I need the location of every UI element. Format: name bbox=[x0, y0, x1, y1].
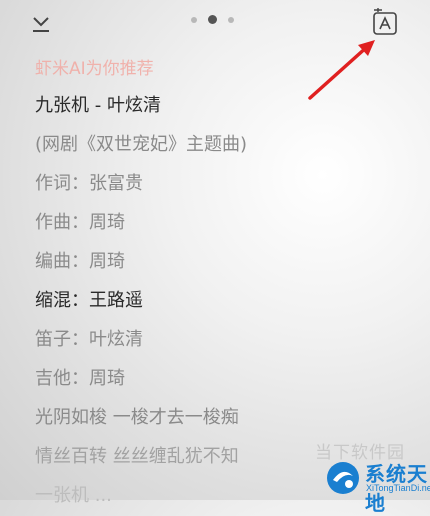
lyric-line: 吉他：周琦 bbox=[35, 368, 125, 389]
site-logo-icon bbox=[327, 462, 359, 494]
lyric-line: 笛子：叶炫清 bbox=[35, 329, 143, 350]
lyric-line: 光阴如梭 一梭才去一梭痴 bbox=[35, 407, 239, 428]
lyric-line-current: 缩混：王路遥 bbox=[35, 290, 143, 311]
translate-icon[interactable] bbox=[370, 6, 402, 38]
lyric-line: 作曲：周琦 bbox=[35, 212, 125, 233]
page-indicator bbox=[191, 15, 234, 24]
watermark: 当下软件园 系统天地 XiTongTianDi.net bbox=[270, 438, 430, 515]
page-dot[interactable] bbox=[228, 16, 234, 23]
page-dot[interactable] bbox=[191, 16, 197, 23]
lyric-line: 作词：张富贵 bbox=[35, 173, 143, 194]
lyric-line: 编曲：周琦 bbox=[35, 251, 125, 272]
watermark-url: XiTongTianDi.net bbox=[366, 483, 430, 493]
page-dot-active[interactable] bbox=[208, 15, 217, 24]
ai-recommend-text[interactable]: 虾米AI为你推荐 bbox=[35, 52, 405, 86]
collapse-icon[interactable] bbox=[30, 12, 52, 34]
lyric-line: 九张机 - 叶炫清 bbox=[35, 95, 161, 116]
lyric-line: (网剧《双世宠妃》主题曲) bbox=[35, 134, 248, 155]
